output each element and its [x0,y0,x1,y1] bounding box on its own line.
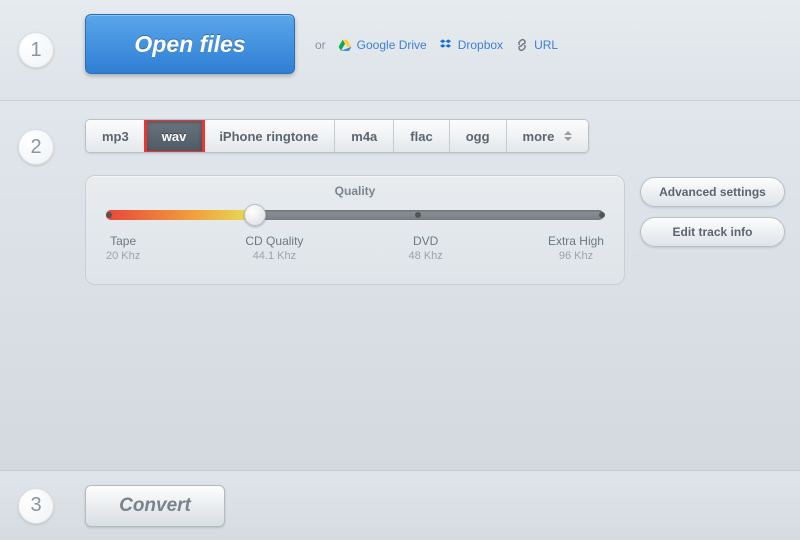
google-drive-link[interactable]: Google Drive [338,38,427,52]
side-buttons: Advanced settings Edit track info [640,177,785,247]
step-badge-3: 3 [18,488,54,524]
quality-title: Quality [106,184,604,198]
dropbox-label: Dropbox [458,38,503,52]
quality-label-dvd: DVD 48 Khz [409,234,443,262]
link-icon [515,38,529,52]
format-tab-ogg[interactable]: ogg [450,120,507,152]
format-tab-m4a[interactable]: m4a [335,120,394,152]
quality-labels: Tape 20 Khz CD Quality 44.1 Khz DVD 48 K… [106,234,604,262]
q-label-sub: 20 Khz [106,250,140,262]
cloud-sources-row: or Google Drive Dropbox URL [315,38,558,52]
format-tab-iphone[interactable]: iPhone ringtone [203,120,335,152]
quality-slider-fill [106,210,255,220]
q-label-sub: 48 Khz [409,250,443,262]
format-tab-more[interactable]: more [507,120,589,152]
quality-slider-handle[interactable] [244,204,266,226]
step-2-section: 2 mp3 wav iPhone ringtone m4a flac ogg m… [0,100,800,470]
format-tab-mp3[interactable]: mp3 [86,120,146,152]
step-badge-1: 1 [18,32,54,68]
quality-slider-track[interactable] [106,210,604,220]
url-label: URL [534,38,558,52]
q-label-text: Tape [110,234,136,248]
google-drive-icon [338,38,352,52]
format-tabs: mp3 wav iPhone ringtone m4a flac ogg mor… [85,119,589,153]
url-link[interactable]: URL [515,38,558,52]
q-label-sub: 44.1 Khz [245,250,303,262]
chevron-updown-icon [564,131,572,141]
dropbox-link[interactable]: Dropbox [439,38,503,52]
format-tab-wav[interactable]: wav [146,120,204,152]
q-label-text: CD Quality [245,234,303,248]
open-files-button[interactable]: Open files [85,14,295,74]
dropbox-icon [439,38,453,52]
convert-button[interactable]: Convert [85,485,225,527]
quality-label-tape: Tape 20 Khz [106,234,140,262]
q-label-text: DVD [413,234,438,248]
or-text: or [315,38,326,52]
step-badge-2: 2 [18,129,54,165]
step-1-section: 1 Open files or Google Drive Dropbox URL [0,0,800,100]
q-label-text: Extra High [548,234,604,248]
format-more-label: more [523,129,555,144]
quality-stop-3 [415,212,421,218]
quality-label-cd: CD Quality 44.1 Khz [245,234,303,262]
edit-track-info-button[interactable]: Edit track info [640,217,785,247]
quality-label-extra: Extra High 96 Khz [548,234,604,262]
q-label-sub: 96 Khz [548,250,604,262]
quality-stop-1 [106,212,112,218]
format-tab-flac[interactable]: flac [394,120,449,152]
step-3-section: 3 Convert [0,470,800,540]
quality-stop-4 [599,212,605,218]
quality-panel: Quality Tape 20 Khz CD Quality 44.1 Khz … [85,175,625,285]
google-drive-label: Google Drive [357,38,427,52]
advanced-settings-button[interactable]: Advanced settings [640,177,785,207]
